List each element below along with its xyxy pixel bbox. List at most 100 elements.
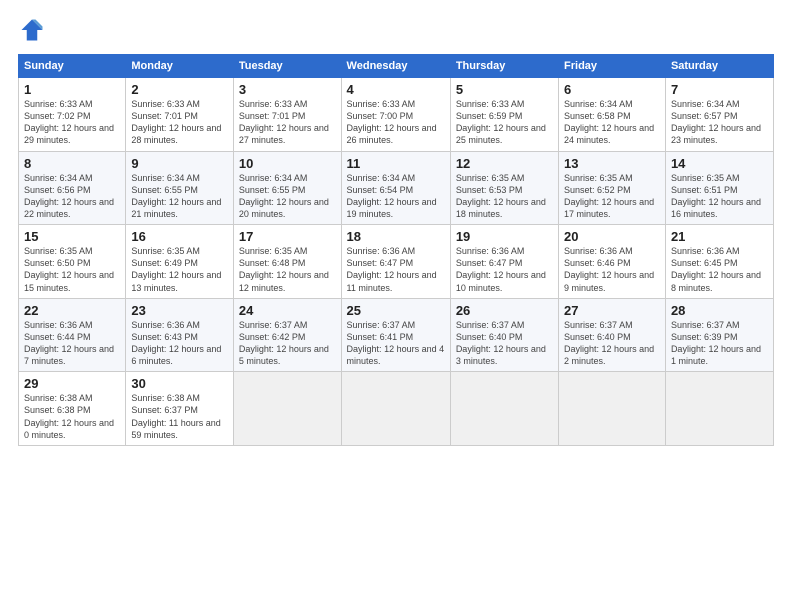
calendar-cell: 29Sunrise: 6:38 AM Sunset: 6:38 PM Dayli… xyxy=(19,372,126,446)
col-header-wednesday: Wednesday xyxy=(341,55,450,78)
day-number: 11 xyxy=(347,156,445,171)
day-info: Sunrise: 6:38 AM Sunset: 6:37 PM Dayligh… xyxy=(131,392,228,441)
day-number: 20 xyxy=(564,229,660,244)
calendar-cell: 7Sunrise: 6:34 AM Sunset: 6:57 PM Daylig… xyxy=(665,78,773,152)
day-number: 12 xyxy=(456,156,553,171)
day-number: 8 xyxy=(24,156,120,171)
calendar-cell: 17Sunrise: 6:35 AM Sunset: 6:48 PM Dayli… xyxy=(233,225,341,299)
day-number: 14 xyxy=(671,156,768,171)
calendar-cell: 25Sunrise: 6:37 AM Sunset: 6:41 PM Dayli… xyxy=(341,298,450,372)
calendar-cell: 16Sunrise: 6:35 AM Sunset: 6:49 PM Dayli… xyxy=(126,225,234,299)
col-header-tuesday: Tuesday xyxy=(233,55,341,78)
calendar-cell: 27Sunrise: 6:37 AM Sunset: 6:40 PM Dayli… xyxy=(559,298,666,372)
day-info: Sunrise: 6:38 AM Sunset: 6:38 PM Dayligh… xyxy=(24,392,120,441)
calendar-cell: 15Sunrise: 6:35 AM Sunset: 6:50 PM Dayli… xyxy=(19,225,126,299)
calendar-row-0: 1Sunrise: 6:33 AM Sunset: 7:02 PM Daylig… xyxy=(19,78,774,152)
day-info: Sunrise: 6:36 AM Sunset: 6:45 PM Dayligh… xyxy=(671,245,768,294)
calendar-cell: 4Sunrise: 6:33 AM Sunset: 7:00 PM Daylig… xyxy=(341,78,450,152)
day-info: Sunrise: 6:35 AM Sunset: 6:48 PM Dayligh… xyxy=(239,245,336,294)
day-info: Sunrise: 6:33 AM Sunset: 7:01 PM Dayligh… xyxy=(131,98,228,147)
calendar-cell xyxy=(450,372,558,446)
day-info: Sunrise: 6:33 AM Sunset: 6:59 PM Dayligh… xyxy=(456,98,553,147)
calendar-cell: 22Sunrise: 6:36 AM Sunset: 6:44 PM Dayli… xyxy=(19,298,126,372)
day-number: 16 xyxy=(131,229,228,244)
day-number: 3 xyxy=(239,82,336,97)
calendar-cell xyxy=(559,372,666,446)
day-number: 13 xyxy=(564,156,660,171)
calendar-cell: 1Sunrise: 6:33 AM Sunset: 7:02 PM Daylig… xyxy=(19,78,126,152)
calendar-cell xyxy=(341,372,450,446)
day-info: Sunrise: 6:36 AM Sunset: 6:46 PM Dayligh… xyxy=(564,245,660,294)
calendar-page: SundayMondayTuesdayWednesdayThursdayFrid… xyxy=(0,0,792,612)
calendar-row-3: 22Sunrise: 6:36 AM Sunset: 6:44 PM Dayli… xyxy=(19,298,774,372)
col-header-thursday: Thursday xyxy=(450,55,558,78)
calendar-cell: 2Sunrise: 6:33 AM Sunset: 7:01 PM Daylig… xyxy=(126,78,234,152)
day-number: 17 xyxy=(239,229,336,244)
header-row: SundayMondayTuesdayWednesdayThursdayFrid… xyxy=(19,55,774,78)
day-info: Sunrise: 6:35 AM Sunset: 6:53 PM Dayligh… xyxy=(456,172,553,221)
day-number: 5 xyxy=(456,82,553,97)
day-number: 2 xyxy=(131,82,228,97)
calendar-cell: 9Sunrise: 6:34 AM Sunset: 6:55 PM Daylig… xyxy=(126,151,234,225)
day-number: 28 xyxy=(671,303,768,318)
logo-icon xyxy=(18,16,46,44)
calendar-cell: 14Sunrise: 6:35 AM Sunset: 6:51 PM Dayli… xyxy=(665,151,773,225)
calendar-cell: 28Sunrise: 6:37 AM Sunset: 6:39 PM Dayli… xyxy=(665,298,773,372)
day-info: Sunrise: 6:34 AM Sunset: 6:55 PM Dayligh… xyxy=(131,172,228,221)
day-number: 4 xyxy=(347,82,445,97)
day-info: Sunrise: 6:37 AM Sunset: 6:41 PM Dayligh… xyxy=(347,319,445,368)
day-number: 29 xyxy=(24,376,120,391)
day-info: Sunrise: 6:34 AM Sunset: 6:57 PM Dayligh… xyxy=(671,98,768,147)
day-number: 21 xyxy=(671,229,768,244)
calendar-cell: 13Sunrise: 6:35 AM Sunset: 6:52 PM Dayli… xyxy=(559,151,666,225)
calendar-row-2: 15Sunrise: 6:35 AM Sunset: 6:50 PM Dayli… xyxy=(19,225,774,299)
calendar-cell: 26Sunrise: 6:37 AM Sunset: 6:40 PM Dayli… xyxy=(450,298,558,372)
day-info: Sunrise: 6:33 AM Sunset: 7:02 PM Dayligh… xyxy=(24,98,120,147)
day-number: 23 xyxy=(131,303,228,318)
day-info: Sunrise: 6:36 AM Sunset: 6:43 PM Dayligh… xyxy=(131,319,228,368)
calendar-cell: 11Sunrise: 6:34 AM Sunset: 6:54 PM Dayli… xyxy=(341,151,450,225)
calendar-cell xyxy=(233,372,341,446)
day-number: 18 xyxy=(347,229,445,244)
calendar-cell: 10Sunrise: 6:34 AM Sunset: 6:55 PM Dayli… xyxy=(233,151,341,225)
calendar-cell: 18Sunrise: 6:36 AM Sunset: 6:47 PM Dayli… xyxy=(341,225,450,299)
calendar-cell: 19Sunrise: 6:36 AM Sunset: 6:47 PM Dayli… xyxy=(450,225,558,299)
calendar-row-4: 29Sunrise: 6:38 AM Sunset: 6:38 PM Dayli… xyxy=(19,372,774,446)
col-header-monday: Monday xyxy=(126,55,234,78)
day-info: Sunrise: 6:35 AM Sunset: 6:50 PM Dayligh… xyxy=(24,245,120,294)
day-info: Sunrise: 6:35 AM Sunset: 6:51 PM Dayligh… xyxy=(671,172,768,221)
day-info: Sunrise: 6:36 AM Sunset: 6:44 PM Dayligh… xyxy=(24,319,120,368)
calendar-cell: 8Sunrise: 6:34 AM Sunset: 6:56 PM Daylig… xyxy=(19,151,126,225)
day-info: Sunrise: 6:33 AM Sunset: 7:01 PM Dayligh… xyxy=(239,98,336,147)
col-header-sunday: Sunday xyxy=(19,55,126,78)
day-number: 9 xyxy=(131,156,228,171)
day-info: Sunrise: 6:33 AM Sunset: 7:00 PM Dayligh… xyxy=(347,98,445,147)
day-number: 22 xyxy=(24,303,120,318)
day-number: 15 xyxy=(24,229,120,244)
header xyxy=(18,16,774,44)
day-number: 26 xyxy=(456,303,553,318)
day-number: 1 xyxy=(24,82,120,97)
day-info: Sunrise: 6:37 AM Sunset: 6:40 PM Dayligh… xyxy=(456,319,553,368)
col-header-saturday: Saturday xyxy=(665,55,773,78)
calendar-cell: 24Sunrise: 6:37 AM Sunset: 6:42 PM Dayli… xyxy=(233,298,341,372)
calendar-cell: 6Sunrise: 6:34 AM Sunset: 6:58 PM Daylig… xyxy=(559,78,666,152)
day-info: Sunrise: 6:37 AM Sunset: 6:39 PM Dayligh… xyxy=(671,319,768,368)
calendar-cell: 12Sunrise: 6:35 AM Sunset: 6:53 PM Dayli… xyxy=(450,151,558,225)
day-info: Sunrise: 6:35 AM Sunset: 6:52 PM Dayligh… xyxy=(564,172,660,221)
logo xyxy=(18,16,50,44)
calendar-cell: 21Sunrise: 6:36 AM Sunset: 6:45 PM Dayli… xyxy=(665,225,773,299)
day-number: 30 xyxy=(131,376,228,391)
day-info: Sunrise: 6:35 AM Sunset: 6:49 PM Dayligh… xyxy=(131,245,228,294)
calendar-cell: 20Sunrise: 6:36 AM Sunset: 6:46 PM Dayli… xyxy=(559,225,666,299)
calendar-cell: 3Sunrise: 6:33 AM Sunset: 7:01 PM Daylig… xyxy=(233,78,341,152)
day-number: 25 xyxy=(347,303,445,318)
day-info: Sunrise: 6:34 AM Sunset: 6:54 PM Dayligh… xyxy=(347,172,445,221)
day-number: 10 xyxy=(239,156,336,171)
col-header-friday: Friday xyxy=(559,55,666,78)
calendar-row-1: 8Sunrise: 6:34 AM Sunset: 6:56 PM Daylig… xyxy=(19,151,774,225)
day-info: Sunrise: 6:36 AM Sunset: 6:47 PM Dayligh… xyxy=(347,245,445,294)
day-number: 27 xyxy=(564,303,660,318)
day-number: 6 xyxy=(564,82,660,97)
calendar-cell xyxy=(665,372,773,446)
